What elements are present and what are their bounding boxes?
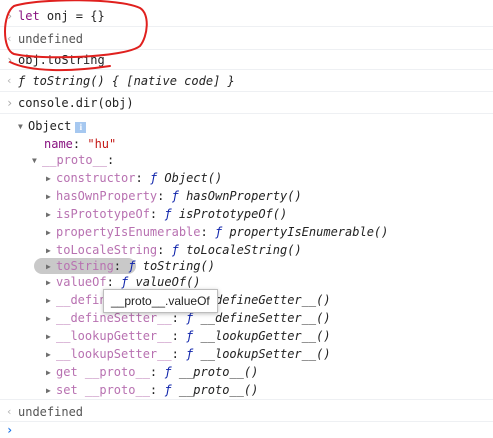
triangle-right-icon[interactable]: ▶ — [46, 259, 56, 275]
triangle-right-icon[interactable]: ▶ — [46, 189, 56, 205]
prop-key: __defineSetter__ — [56, 311, 172, 325]
tree-proto-item[interactable]: ▶ get __proto__: ƒ __proto__() — [46, 364, 258, 380]
fn-signature: __lookupGetter__() — [200, 329, 331, 343]
prop-key: toString — [56, 259, 114, 273]
prop-key: __lookupGetter__ — [56, 329, 172, 343]
triangle-down-icon[interactable]: ▼ — [32, 153, 42, 169]
console-input-text: let onj = {} — [18, 8, 105, 24]
fn-signature: toLocaleString() — [186, 243, 302, 257]
console-output-row: ‹ undefined — [0, 29, 493, 50]
triangle-down-icon[interactable]: ▼ — [18, 119, 28, 135]
prop-key: __lookupSetter__ — [56, 347, 172, 361]
function-icon: ƒ — [128, 259, 136, 273]
console-input-text: obj.toString — [18, 53, 105, 67]
function-icon: ƒ — [214, 225, 223, 239]
prop-key: valueOf — [56, 275, 107, 289]
function-icon: ƒ — [186, 311, 194, 325]
prop-key: constructor — [56, 171, 136, 185]
function-icon: ƒ — [164, 365, 172, 379]
triangle-right-icon[interactable]: ▶ — [46, 171, 56, 187]
prop-key: toLocaleString — [56, 243, 158, 257]
triangle-right-icon[interactable]: ▶ — [46, 347, 56, 363]
console-output-row: ‹ undefined — [0, 401, 493, 422]
object-root[interactable]: ▼ Object i — [18, 118, 87, 135]
fn-signature: __proto__() — [178, 383, 259, 397]
console-input-row[interactable]: › obj.toString — [0, 51, 493, 70]
prop-value: "hu" — [87, 137, 117, 151]
chevron-left-icon: ‹ — [6, 405, 13, 418]
console-output-text: undefined — [18, 405, 84, 419]
tree-proto-item[interactable]: ▶ toLocaleString: ƒ toLocaleString() — [46, 242, 302, 258]
function-icon: ƒ — [171, 189, 179, 203]
proto-key: __proto__ — [42, 153, 108, 167]
tree-proto-item[interactable]: ▶ set __proto__: ƒ __proto__() — [46, 382, 258, 398]
prop-key: name — [44, 137, 73, 151]
chevron-left-icon: ‹ — [6, 32, 13, 45]
fn-signature: __lookupSetter__() — [200, 347, 331, 361]
fn-signature: isPrototypeOf() — [178, 207, 288, 221]
chevron-right-icon: › — [6, 53, 14, 67]
prop-key: get __proto__ — [56, 365, 150, 379]
function-icon: ƒ — [121, 275, 129, 289]
console-output-text: ƒ toString() { [native code] } — [18, 74, 235, 88]
fn-signature: propertyIsEnumerable() — [229, 225, 389, 239]
triangle-right-icon[interactable]: ▶ — [46, 311, 56, 327]
triangle-right-icon[interactable]: ▶ — [46, 365, 56, 381]
hover-tooltip: __proto__.valueOf — [103, 289, 218, 313]
function-icon: ƒ — [186, 329, 194, 343]
function-icon: ƒ — [164, 383, 172, 397]
triangle-right-icon[interactable]: ▶ — [46, 275, 56, 291]
prompt-caret-icon: › — [6, 423, 14, 437]
devtools-console: › let onj = {} ‹ undefined › obj.toStrin… — [0, 0, 493, 438]
chevron-right-icon: › — [6, 9, 14, 23]
prop-key: hasOwnProperty — [56, 189, 158, 203]
triangle-right-icon[interactable]: ▶ — [46, 329, 56, 345]
fn-signature: toString() — [142, 259, 215, 273]
chevron-left-icon: ‹ — [6, 74, 13, 87]
tree-prop-name: name: "hu" — [44, 137, 117, 151]
console-output-text: undefined — [18, 32, 84, 46]
fn-signature: __defineGetter__() — [200, 293, 331, 307]
keyword-let: let — [18, 9, 40, 23]
console-prompt-row[interactable]: › — [0, 423, 493, 438]
prop-key: isPrototypeOf — [56, 207, 150, 221]
triangle-right-icon[interactable]: ▶ — [46, 207, 56, 223]
tree-proto-item[interactable]: ▶ hasOwnProperty: ƒ hasOwnProperty() — [46, 188, 302, 204]
function-icon: ƒ — [186, 347, 194, 361]
console-input-text: console.dir(obj) — [18, 96, 134, 110]
prop-key: propertyIsEnumerable — [56, 225, 201, 239]
info-icon[interactable]: i — [75, 122, 87, 133]
console-output-row[interactable]: ‹ ƒ toString() { [native code] } — [0, 71, 493, 92]
tree-proto-node[interactable]: ▼ __proto__: — [32, 152, 114, 168]
fn-signature: valueOf() — [135, 275, 201, 289]
tree-proto-item[interactable]: ▶ propertyIsEnumerable: ƒ propertyIsEnume… — [46, 224, 388, 240]
triangle-right-icon[interactable]: ▶ — [46, 225, 56, 241]
tree-proto-item[interactable]: ▶ constructor: ƒ Object() — [46, 170, 222, 186]
fn-signature: Object() — [164, 171, 223, 185]
tree-proto-item[interactable]: ▶ valueOf: ƒ valueOf() — [46, 274, 201, 290]
function-icon: ƒ — [171, 243, 179, 257]
fn-signature: __defineSetter__() — [200, 311, 331, 325]
tree-proto-item[interactable]: ▶ isPrototypeOf: ƒ isPrototypeOf() — [46, 206, 287, 222]
prop-key: set __proto__ — [56, 383, 150, 397]
function-icon: ƒ — [149, 171, 158, 185]
tree-proto-item[interactable]: ▶ __lookupSetter__: ƒ __lookupSetter__() — [46, 346, 331, 362]
triangle-right-icon[interactable]: ▶ — [46, 383, 56, 399]
fn-signature: __proto__() — [178, 365, 259, 379]
tree-proto-item-hovered[interactable]: ▶ toString: ƒ toString() — [46, 258, 215, 274]
triangle-right-icon[interactable]: ▶ — [46, 243, 56, 259]
console-input-row[interactable]: › let onj = {} — [0, 8, 493, 27]
triangle-right-icon[interactable]: ▶ — [46, 293, 56, 309]
function-icon: ƒ — [164, 207, 172, 221]
code-text: onj = {} — [39, 9, 105, 23]
chevron-right-icon: › — [6, 96, 14, 110]
fn-signature: hasOwnProperty() — [186, 189, 302, 203]
console-input-row[interactable]: › console.dir(obj) — [0, 93, 493, 114]
object-label: Object — [28, 119, 72, 133]
tree-proto-item[interactable]: ▶ __lookupGetter__: ƒ __lookupGetter__() — [46, 328, 331, 344]
